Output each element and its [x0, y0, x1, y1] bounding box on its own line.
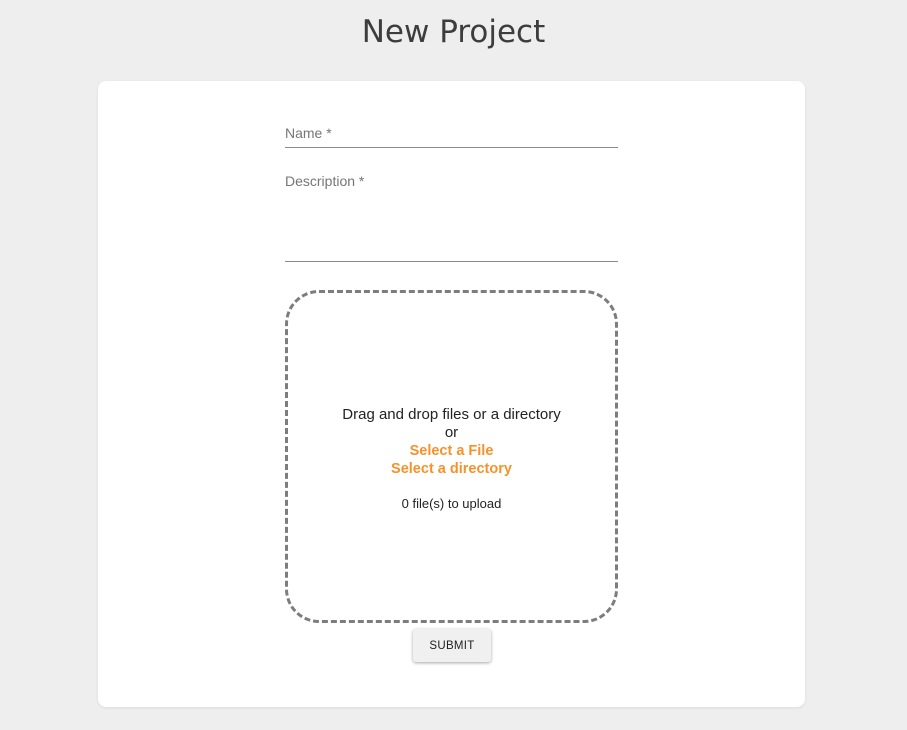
submit-button[interactable]: SUBMIT [413, 629, 491, 662]
file-dropzone[interactable]: Drag and drop files or a directory or Se… [285, 290, 618, 623]
file-count-status: 0 file(s) to upload [401, 496, 502, 511]
page-title: New Project [361, 14, 546, 50]
dropzone-instructions: Drag and drop files or a directory [342, 406, 561, 423]
description-field-label: Description * [285, 173, 365, 189]
description-field[interactable]: Description * [285, 172, 618, 262]
select-file-link[interactable]: Select a File [410, 443, 494, 459]
name-field-label: Name * [285, 125, 332, 141]
select-directory-link[interactable]: Select a directory [391, 461, 512, 477]
name-field[interactable]: Name * [285, 124, 618, 148]
dropzone-or-text: or [444, 424, 459, 441]
